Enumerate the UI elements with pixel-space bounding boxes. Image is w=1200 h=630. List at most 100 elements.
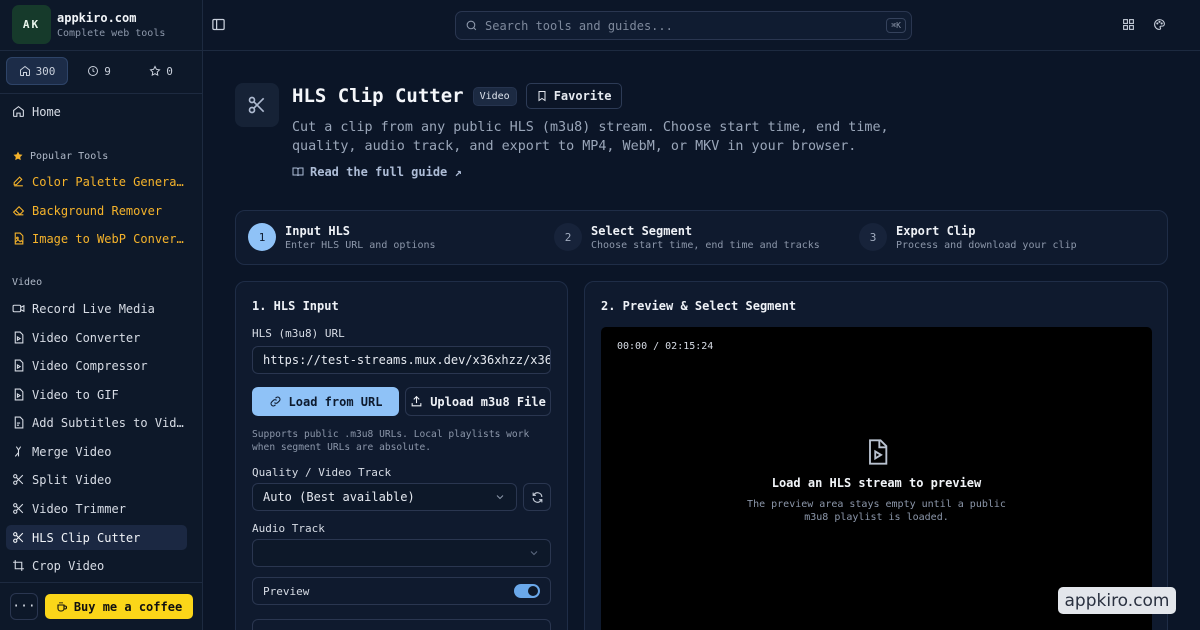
scissors-icon bbox=[247, 95, 267, 115]
stat-favorites-count: 0 bbox=[166, 64, 173, 78]
file-video-icon bbox=[12, 331, 25, 344]
sidebar-item-label: Color Palette Generat… bbox=[32, 174, 187, 189]
step-title: Export Clip bbox=[896, 223, 976, 238]
buy-coffee-button[interactable]: Buy me a coffee bbox=[45, 594, 193, 619]
video-preview-area[interactable]: 00:00 / 02:15:24 Load an HLS stream to p… bbox=[601, 327, 1152, 630]
subtitles-icon bbox=[12, 416, 25, 429]
sidebar-item-label: Image to WebP Convert… bbox=[32, 231, 187, 246]
step-title: Input HLS bbox=[285, 223, 351, 238]
pen-icon bbox=[12, 175, 25, 188]
scissors-icon bbox=[12, 473, 25, 486]
quality-label: Quality / Video Track bbox=[252, 466, 392, 479]
preview-toggle[interactable] bbox=[514, 584, 540, 598]
upload-m3u8-button[interactable]: Upload m3u8 File bbox=[405, 387, 551, 416]
sidebar-item-color-palette[interactable]: Color Palette Generat… bbox=[6, 169, 187, 194]
sidebar-item-home[interactable]: Home bbox=[6, 99, 187, 124]
upload-icon bbox=[410, 395, 423, 408]
divider bbox=[0, 582, 203, 583]
grid-apps-icon[interactable] bbox=[1122, 18, 1135, 31]
file-video-icon bbox=[862, 438, 892, 466]
stats-bar: 300 9 0 bbox=[6, 57, 192, 85]
stat-favorites-button[interactable]: 0 bbox=[130, 57, 192, 85]
audio-track-select[interactable] bbox=[252, 539, 551, 567]
next-field[interactable] bbox=[252, 619, 551, 630]
search-input[interactable]: Search tools and guides... ⌘K bbox=[455, 11, 912, 40]
step-subtitle: Process and download your clip bbox=[896, 239, 1077, 251]
brand[interactable]: AK appkiro.com Complete web tools bbox=[12, 5, 165, 44]
card-title: 1. HLS Input bbox=[252, 299, 339, 313]
preview-toggle-label: Preview bbox=[263, 584, 310, 598]
stat-tools-count: 300 bbox=[35, 64, 56, 78]
load-from-url-label: Load from URL bbox=[288, 394, 383, 409]
palette-icon[interactable] bbox=[1153, 18, 1166, 31]
top-bar: Search tools and guides... ⌘K bbox=[203, 0, 1200, 51]
scissors-icon bbox=[12, 531, 25, 544]
link-icon bbox=[269, 395, 282, 408]
search-shortcut: ⌘K bbox=[886, 18, 906, 33]
sidebar-item-split-video[interactable]: Split Video bbox=[6, 467, 187, 492]
chevron-down-icon bbox=[528, 547, 540, 559]
quality-select[interactable]: Auto (Best available) bbox=[252, 483, 517, 511]
load-from-url-button[interactable]: Load from URL bbox=[252, 387, 399, 416]
coffee-cup-icon bbox=[56, 601, 68, 613]
video-section-heading: Video bbox=[12, 277, 42, 288]
url-label: HLS (m3u8) URL bbox=[252, 327, 345, 340]
sidebar-item-label: Home bbox=[32, 104, 61, 119]
sidebar-item-video-compressor[interactable]: Video Compressor bbox=[6, 353, 187, 378]
stat-tools-button[interactable]: 300 bbox=[6, 57, 68, 85]
sidebar-item-record-live-media[interactable]: Record Live Media bbox=[6, 296, 187, 321]
sidebar-item-label: HLS Clip Cutter bbox=[32, 530, 141, 545]
home-icon bbox=[19, 65, 31, 77]
audio-track-label: Audio Track bbox=[252, 522, 325, 535]
page-title: HLS Clip Cutter bbox=[292, 85, 464, 107]
section-heading-label: Video bbox=[12, 277, 43, 288]
step-export-clip[interactable]: 3 Export Clip Process and download your … bbox=[859, 223, 1077, 251]
buy-coffee-label: Buy me a coffee bbox=[73, 599, 183, 614]
refresh-tracks-button[interactable] bbox=[523, 483, 551, 511]
sidebar-item-label: Video Trimmer bbox=[32, 501, 126, 516]
divider bbox=[0, 50, 203, 51]
section-heading-label: Popular Tools bbox=[30, 150, 109, 162]
read-guide-link[interactable]: Read the full guide ↗ bbox=[292, 165, 462, 179]
sidebar-item-crop-video[interactable]: Crop Video bbox=[6, 553, 187, 578]
sidebar-item-merge-video[interactable]: Merge Video bbox=[6, 439, 187, 464]
hls-url-input[interactable]: https://test-streams.mux.dev/x36xhzz/x36… bbox=[252, 346, 551, 374]
sidebar-item-label: Video Compressor bbox=[32, 358, 148, 373]
brand-name: appkiro.com bbox=[57, 10, 137, 25]
sidebar-item-label: Video to GIF bbox=[32, 387, 119, 402]
sidebar-item-label: Split Video bbox=[32, 472, 112, 487]
sidebar-item-video-trimmer[interactable]: Video Trimmer bbox=[6, 496, 187, 521]
preview-empty-subtitle-line: The preview area stays empty until a pub… bbox=[747, 499, 1006, 510]
eraser-icon bbox=[12, 204, 25, 217]
search-icon bbox=[465, 19, 478, 32]
favorite-button[interactable]: Favorite bbox=[525, 83, 622, 109]
image-file-icon bbox=[12, 232, 25, 245]
file-video-icon bbox=[12, 388, 25, 401]
stat-recent-button[interactable]: 9 bbox=[68, 57, 130, 85]
bookmark-icon bbox=[536, 90, 548, 102]
step-input-hls[interactable]: 1 Input HLS Enter HLS URL and options bbox=[248, 223, 436, 251]
sidebar-item-label: Background Remover bbox=[32, 203, 163, 218]
quality-value: Auto (Best available) bbox=[263, 490, 415, 504]
sidebar-item-hls-clip-cutter[interactable]: HLS Clip Cutter bbox=[6, 525, 187, 550]
divider bbox=[0, 93, 203, 94]
step-subtitle: Choose start time, end time and tracks bbox=[591, 239, 820, 251]
sidebar-item-image-to-webp[interactable]: Image to WebP Convert… bbox=[6, 226, 187, 251]
sidebar-item-video-to-gif[interactable]: Video to GIF bbox=[6, 382, 187, 407]
sidebar-item-background-remover[interactable]: Background Remover bbox=[6, 198, 187, 223]
star-icon bbox=[149, 65, 161, 77]
upload-m3u8-label: Upload m3u8 File bbox=[430, 394, 546, 409]
step-select-segment[interactable]: 2 Select Segment Choose start time, end … bbox=[554, 223, 820, 251]
sidebar-toggle-icon[interactable] bbox=[211, 17, 226, 32]
more-button[interactable]: ··· bbox=[10, 593, 38, 620]
preview-empty-subtitle: The preview area stays empty until a pub… bbox=[601, 498, 1152, 524]
book-icon bbox=[292, 166, 304, 178]
preview-card: 2. Preview & Select Segment 00:00 / 02:1… bbox=[584, 281, 1168, 630]
sidebar-item-label: Add Subtitles to Video bbox=[32, 415, 187, 430]
step-number: 2 bbox=[554, 223, 582, 251]
sidebar-item-add-subtitles[interactable]: Add Subtitles to Video bbox=[6, 410, 187, 435]
title-row: HLS Clip Cutter Video Favorite bbox=[292, 83, 622, 109]
stepper: 1 Input HLS Enter HLS URL and options 2 … bbox=[235, 210, 1168, 265]
sidebar-item-video-converter[interactable]: Video Converter bbox=[6, 325, 187, 350]
step-title: Select Segment bbox=[591, 223, 693, 238]
